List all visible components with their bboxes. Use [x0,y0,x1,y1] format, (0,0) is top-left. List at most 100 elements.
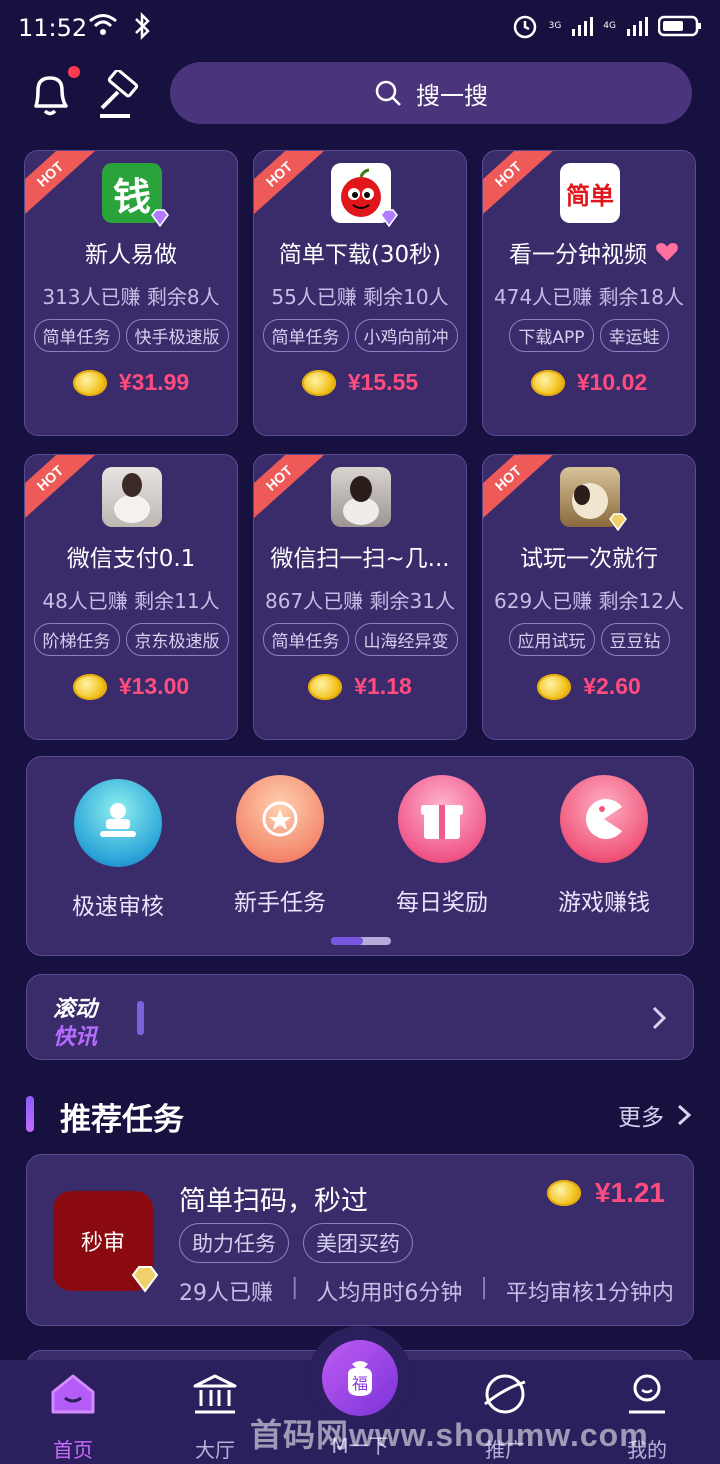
coin-icon [308,673,343,700]
status-right: 3G 4G [511,12,702,40]
news-divider [137,1001,144,1035]
tag: 快手极速版 [125,319,229,352]
card-title: 简单下载(30秒) [278,242,442,268]
section-title: 推荐任务 [60,1102,184,1138]
signal-3g-icon [572,17,594,36]
card-meta: 474人已赚 剩余18人 [494,285,684,309]
jiandan-app-icon: 简单 [560,163,620,223]
quick-entry-fast-review[interactable]: 极速审核 [43,779,193,921]
task-card[interactable]: HOT 微信支付0.1 48人已赚 剩余11人 阶梯任务 京东极速版 ¥13.0… [24,454,238,740]
coin-icon [537,673,572,700]
net-3g-label: 3G [548,21,562,31]
task-card[interactable]: HOT 简单下载(30秒) 55人已赚 剩余10人 简单任务 小鸡向前冲 ¥15… [253,150,467,436]
task-card[interactable]: HOT 简单 看一分钟视频 474人已赚 剩余18人 下载APP 幸运蛙 ¥10… [482,150,696,436]
quick-entry-newbie-tasks[interactable]: 新手任务 [205,775,355,917]
card-title: 微信支付0.1 [66,546,196,572]
hot-ribbon: HOT [25,151,100,221]
tag: 豆豆钻 [600,623,670,656]
status-left-icons [88,12,152,40]
price: ¥2.60 [583,673,641,699]
card-tags: 简单任务 小鸡向前冲 [260,319,460,352]
home-icon [51,1374,95,1414]
quick-entry-label: 极速审核 [72,894,164,920]
hot-ribbon: HOT [25,455,100,525]
task-meta: 29人已赚 | 人均用时6分钟 | 平均审核1分钟内 [179,1275,674,1307]
meta-separator: | [291,1275,299,1300]
card-meta: 55人已赚 剩余10人 [271,285,449,309]
task-card[interactable]: HOT 试玩一次就行 629人已赚 剩余12人 应用试玩 豆豆钻 ¥2.60 [482,454,696,740]
card-meta: 48人已赚 剩余11人 [42,589,220,613]
diamond-badge-icon [380,209,398,228]
tag: 幸运蛙 [599,319,669,352]
avg-review: 平均审核1分钟内 [505,1281,674,1306]
news-label-line2: 快讯 [53,1025,98,1050]
user-avatar-icon [331,467,391,527]
search-placeholder: 搜一搜 [416,81,488,110]
fu-bag-icon: 福 [322,1340,398,1416]
bell-icon[interactable] [28,70,72,118]
card-title: 微信扫一扫~几... [270,546,450,572]
quick-entry-label: 游戏赚钱 [558,890,650,916]
task-app-icon-text: 秒审 [80,1231,125,1256]
card-price: ¥15.55 [254,369,466,396]
search-bar[interactable]: 搜一搜 [170,62,692,124]
vip-badge-icon [609,513,627,532]
card-title: 新人易做 [85,242,177,268]
user-avatar-icon [102,467,162,527]
pacman-icon [560,775,648,863]
news-ticker[interactable]: 滚动 快讯 [26,974,694,1060]
vip-badge-icon [131,1266,159,1293]
quick-entry-daily-reward[interactable]: 每日奖励 [367,775,517,917]
coin-icon [72,673,107,700]
net-4g-label: 4G [603,21,616,31]
fab-glyph: 福 [352,1374,368,1393]
chevron-right-icon[interactable] [649,1005,669,1031]
nav-label: 首页 [53,1438,93,1462]
coin-icon [530,369,565,396]
card-tags: 应用试玩 豆豆钻 [489,623,689,656]
coin-icon [301,369,336,396]
page-indicator-active [331,937,363,945]
meta-separator: | [480,1275,488,1300]
card-title: 试玩一次就行 [520,546,658,572]
more-link[interactable]: 更多 [618,1098,692,1132]
tag: 阶梯任务 [33,623,120,656]
signal-4g-icon [627,17,648,36]
tag: 应用试玩 [508,623,595,656]
battery-icon [658,15,701,37]
task-price: ¥1.21 [546,1177,665,1209]
task-title: 简单扫码，秒过 [179,1186,368,1217]
tag: 美团买药 [303,1223,413,1263]
card-meta: 867人已赚 剩余31人 [265,589,455,613]
coin-icon [546,1180,581,1206]
tag: 山海经异变 [354,623,458,656]
nav-item-home[interactable]: 首页 [18,1368,128,1463]
heart-icon [656,243,678,261]
card-price: ¥10.02 [483,369,695,396]
tag: 助力任务 [179,1223,289,1263]
card-tags: 下载APP 幸运蛙 [489,319,689,352]
card-tags: 简单任务 快手极速版 [31,319,231,352]
task-card[interactable]: HOT 微信扫一扫~几... 867人已赚 剩余31人 简单任务 山海经异变 ¥… [253,454,467,740]
price: ¥10.02 [576,369,648,395]
status-bar: 11:52 3G 4G [0,0,720,56]
gavel-icon[interactable] [96,70,146,120]
chevron-right-icon [677,1104,692,1126]
hot-ribbon: HOT [254,455,329,525]
earned-count: 29人已赚 [179,1281,273,1306]
card-tags: 简单任务 山海经异变 [260,623,460,656]
quick-entry-panel: 极速审核 新手任务 每日奖励 游戏赚钱 [26,756,694,956]
coin-icon [72,369,107,396]
quick-entry-game-earn[interactable]: 游戏赚钱 [529,775,679,917]
price: ¥13.00 [118,673,190,699]
task-card[interactable]: HOT 钱 新人易做 313人已赚 剩余8人 简单任务 快手极速版 ¥31.99 [24,150,238,436]
card-price: ¥31.99 [25,369,237,396]
search-icon [375,80,401,106]
price: ¥31.99 [118,369,190,395]
alarm-icon [513,15,536,39]
recommended-task-card[interactable]: 秒审 简单扫码，秒过 ¥1.21 助力任务 美团买药 29人已赚 | 人均用时6… [26,1154,694,1326]
hot-ribbon: HOT [483,455,558,525]
tag: 京东极速版 [125,623,229,656]
status-time: 11:52 [18,14,88,42]
tag: 小鸡向前冲 [354,319,458,352]
